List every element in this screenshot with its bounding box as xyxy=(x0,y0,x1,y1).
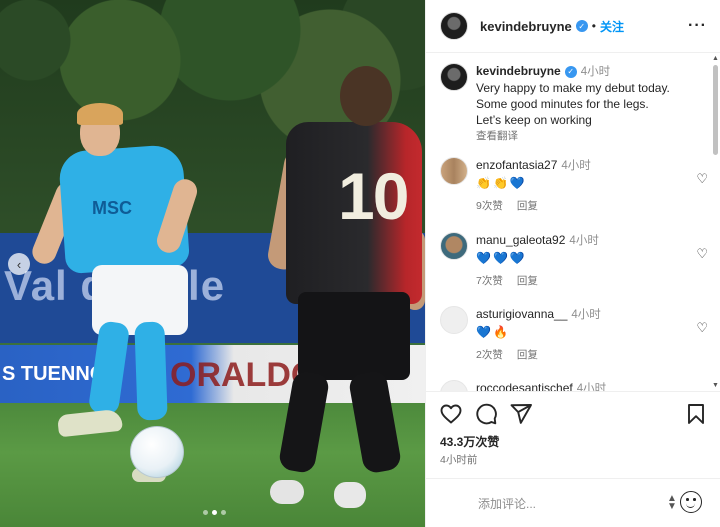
comment-item: asturigiovanna__ 4小时 💙🔥 2次赞 回复 ♡ xyxy=(440,306,708,374)
comment-likes[interactable]: 9次赞 xyxy=(476,198,503,213)
carousel-dot[interactable] xyxy=(203,510,208,515)
player-black-shorts xyxy=(298,292,410,380)
add-comment-input[interactable] xyxy=(478,494,658,514)
comment-text: 👏👏💙 xyxy=(476,176,527,190)
post-header: kevindebruyne ✓ • 关注 ··· xyxy=(426,0,720,53)
author-avatar[interactable] xyxy=(440,12,468,40)
post-photo: Val di Sole S TUENNO ORALDO MSC 10 ‹ xyxy=(0,0,425,527)
player-blue-hair xyxy=(77,103,123,125)
carousel-dots xyxy=(203,510,226,515)
jersey-number: 10 xyxy=(338,159,409,233)
caption-username[interactable]: kevindebruyne xyxy=(476,64,561,78)
player-blue-leg-right xyxy=(134,321,168,421)
heart-icon[interactable] xyxy=(439,402,463,426)
caption-avatar[interactable] xyxy=(440,63,468,91)
comment-avatar[interactable] xyxy=(440,157,468,185)
instagram-post-view: Val di Sole S TUENNO ORALDO MSC 10 ‹ xyxy=(0,0,720,527)
post-actions: 43.3万次赞 4小时前 xyxy=(426,391,720,471)
comment-avatar[interactable] xyxy=(440,380,468,391)
post-side-panel: kevindebruyne ✓ • 关注 ··· kevindebruyne ✓ 4… xyxy=(425,0,720,527)
likes-count[interactable]: 43.3万次赞 xyxy=(440,433,499,450)
player-black-boot-right xyxy=(334,482,366,508)
comment-username[interactable]: asturigiovanna__ xyxy=(476,307,567,321)
comment-likes[interactable]: 7次赞 xyxy=(476,273,503,288)
header-separator: • xyxy=(591,19,596,33)
comment-heart-icon[interactable]: ♡ xyxy=(696,320,708,336)
player-black-boot-left xyxy=(270,480,304,504)
comment-time: 4小时 xyxy=(569,235,599,247)
comment-text: 💙🔥 xyxy=(476,325,510,339)
football xyxy=(130,426,184,478)
comment-avatar[interactable] xyxy=(440,232,468,260)
comment-username[interactable]: manu_galeota92 xyxy=(476,233,565,247)
comment-item: manu_galeota92 4小时 💙💙💙 7次赞 回复 ♡ xyxy=(440,232,708,300)
comment-reply-button[interactable]: 回复 xyxy=(517,198,538,213)
comment-likes[interactable]: 2次赞 xyxy=(476,347,503,362)
jersey-sponsor-text: MSC xyxy=(92,198,132,218)
comment-heart-icon[interactable]: ♡ xyxy=(696,246,708,262)
carousel-dot-active[interactable] xyxy=(212,510,217,515)
share-icon[interactable] xyxy=(509,402,533,426)
scroll-up-arrow-icon[interactable]: ▲ xyxy=(712,55,719,62)
more-icon[interactable]: ··· xyxy=(688,17,707,35)
comment-time: 4小时 xyxy=(561,160,591,172)
ad-text-left: S TUENNO xyxy=(2,363,106,385)
add-comment-bar: ▲▼ xyxy=(426,478,720,527)
comment-heart-icon[interactable]: ♡ xyxy=(696,171,708,187)
comment-time: 4小时 xyxy=(571,309,601,321)
carousel-prev-button[interactable]: ‹ xyxy=(8,253,30,275)
comment-avatar[interactable] xyxy=(440,306,468,334)
comment-reply-button[interactable]: 回复 xyxy=(517,273,538,288)
comment-reply-button[interactable]: 回复 xyxy=(517,347,538,362)
comment-username[interactable]: roccodesantischef xyxy=(476,381,573,391)
comments-scrollbar[interactable]: ▲ ▼ xyxy=(710,55,720,389)
carousel-dot[interactable] xyxy=(221,510,226,515)
comment-item: roccodesantischef 4小时 xyxy=(440,380,708,391)
see-translation-link[interactable]: 查看翻译 xyxy=(476,128,670,144)
emoji-icon[interactable] xyxy=(680,491,702,513)
scrollbar-thumb[interactable] xyxy=(713,65,718,155)
comment-icon[interactable] xyxy=(474,402,498,426)
player-black-head xyxy=(340,66,392,126)
bookmark-icon[interactable] xyxy=(684,402,708,426)
comment-username[interactable]: enzofantasia27 xyxy=(476,158,557,172)
post-caption: kevindebruyne ✓ 4小时 Very happy to make my … xyxy=(440,63,708,144)
comment-item: enzofantasia27 4小时 👏👏💙 9次赞 回复 ♡ xyxy=(440,157,708,225)
comment-time: 4小时 xyxy=(576,383,607,391)
sort-arrows-icon[interactable]: ▲ ▼ xyxy=(667,494,677,512)
posted-time: 4小时前 xyxy=(440,454,478,466)
caption-text: Very happy to make my debut today. Some … xyxy=(476,81,670,127)
author-username[interactable]: kevindebruyne xyxy=(480,19,572,34)
follow-button[interactable]: 关注 xyxy=(600,18,624,35)
comment-text: 💙💙💙 xyxy=(476,251,527,265)
caption-time: 4小时 xyxy=(580,66,611,78)
verified-badge-icon: ✓ xyxy=(575,20,588,32)
comments-scroll-area[interactable]: kevindebruyne ✓ 4小时 Very happy to make my … xyxy=(426,53,720,391)
verified-badge-icon: ✓ xyxy=(564,65,577,78)
scroll-down-arrow-icon[interactable]: ▼ xyxy=(712,382,719,389)
